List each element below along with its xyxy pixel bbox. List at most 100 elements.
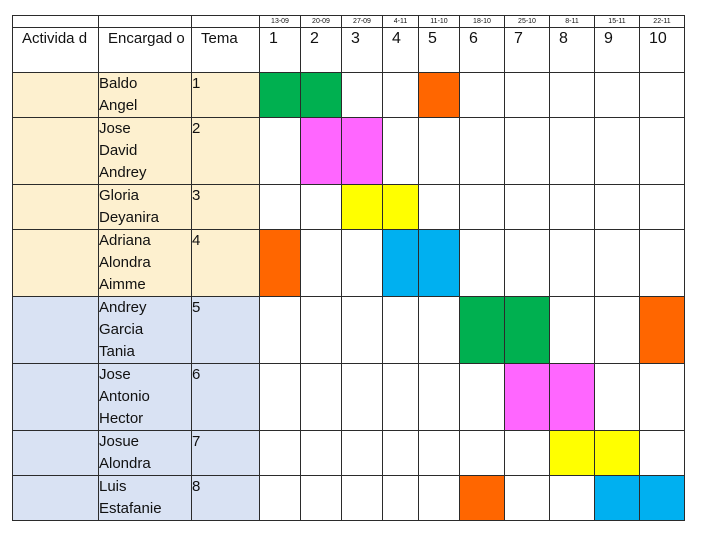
header-row: Activida d Encargad o Tema 1 2 3 4 5 6 7… (12, 27, 685, 73)
topic-cell: 7 (191, 430, 260, 476)
schedule-cell (382, 117, 419, 185)
manager-name: Antonio (99, 388, 150, 405)
week-header: 1 (259, 27, 301, 73)
manager-name: Aimme (99, 276, 146, 293)
table-row: Luis Estafanie 8 (12, 475, 685, 521)
schedule-cell-green (259, 72, 301, 118)
week-header: 10 (639, 27, 685, 73)
schedule-cell (341, 72, 383, 118)
schedule-cell (382, 430, 419, 476)
schedule-cell (382, 363, 419, 431)
schedule-cell-blue (594, 475, 640, 521)
manager-name: Alondra (99, 455, 151, 472)
manager-cell: Luis Estafanie (98, 475, 192, 521)
date-cell (98, 15, 192, 28)
manager-cell: Baldo Angel (98, 72, 192, 118)
schedule-cell (459, 72, 505, 118)
week-header: 5 (418, 27, 460, 73)
schedule-cell (594, 363, 640, 431)
schedule-cell (639, 184, 685, 230)
schedule-cell-pink (300, 117, 342, 185)
schedule-cell-blue (418, 229, 460, 297)
manager-cell: Jose Antonio Hector (98, 363, 192, 431)
schedule-cell (639, 430, 685, 476)
schedule-cell (504, 430, 550, 476)
date-cell: 25-10 (504, 15, 550, 28)
week-header: 8 (549, 27, 595, 73)
date-cell: 18-10 (459, 15, 505, 28)
schedule-cell (504, 184, 550, 230)
schedule-cell (504, 117, 550, 185)
schedule-cell (594, 117, 640, 185)
week-header: 9 (594, 27, 640, 73)
date-cell: 8-11 (549, 15, 595, 28)
schedule-cell (639, 229, 685, 297)
date-cell: 20-09 (300, 15, 342, 28)
schedule-cell (459, 363, 505, 431)
schedule-cell (259, 184, 301, 230)
manager-name: Andrey (99, 164, 147, 181)
table-row: Jose Antonio Hector 6 (12, 363, 685, 431)
schedule-cell (418, 430, 460, 476)
schedule-cell (639, 363, 685, 431)
manager-name: Deyanira (99, 209, 160, 226)
schedule-cell-yellow (341, 184, 383, 230)
table-row: Jose David Andrey 2 (12, 117, 685, 185)
schedule-cell-blue (639, 475, 685, 521)
schedule-cell (639, 117, 685, 185)
schedule-cell (594, 72, 640, 118)
schedule-cell (259, 117, 301, 185)
schedule-cell (549, 296, 595, 364)
week-header: 2 (300, 27, 342, 73)
schedule-cell (594, 229, 640, 297)
week-header: 4 (382, 27, 419, 73)
schedule-cell (549, 475, 595, 521)
schedule-cell (459, 430, 505, 476)
activity-cell (12, 363, 99, 431)
schedule-cell-green (504, 296, 550, 364)
table-row: Adriana Alondra Aimme 4 (12, 229, 685, 297)
manager-name: Garcia (99, 321, 144, 338)
schedule-cell (341, 229, 383, 297)
schedule-cell (459, 229, 505, 297)
topic-cell: 4 (191, 229, 260, 297)
date-row: 13-09 20-09 27-09 4-11 11-10 18-10 25-10… (12, 15, 685, 28)
schedule-cell-orange (459, 475, 505, 521)
schedule-cell (259, 363, 301, 431)
schedule-cell (459, 117, 505, 185)
manager-name: Baldo (99, 75, 138, 92)
week-header: 3 (341, 27, 383, 73)
activity-cell (12, 117, 99, 185)
schedule-cell-green (459, 296, 505, 364)
date-cell: 22-11 (639, 15, 685, 28)
schedule-cell-orange (418, 72, 460, 118)
schedule-cell (300, 363, 342, 431)
schedule-cell (259, 296, 301, 364)
schedule-cell-pink (341, 117, 383, 185)
topic-cell: 1 (191, 72, 260, 118)
schedule-cell-orange (259, 229, 301, 297)
schedule-cell (418, 117, 460, 185)
schedule-cell (300, 430, 342, 476)
schedule-cell-pink (504, 363, 550, 431)
table-row: Baldo Angel 1 (12, 72, 685, 118)
schedule-cell-yellow (594, 430, 640, 476)
schedule-cell (594, 184, 640, 230)
schedule-cell (300, 475, 342, 521)
schedule-cell-green (300, 72, 342, 118)
table-row: Andrey Garcia Tania 5 (12, 296, 685, 364)
schedule-cell (504, 72, 550, 118)
manager-name: Jose (99, 366, 131, 383)
manager-cell: Jose David Andrey (98, 117, 192, 185)
manager-name: David (99, 142, 138, 159)
schedule-cell (418, 475, 460, 521)
activity-cell (12, 184, 99, 230)
table-row: Josue Alondra 7 (12, 430, 685, 476)
manager-name: Luis (99, 478, 127, 495)
topic-cell: 8 (191, 475, 260, 521)
activity-cell (12, 72, 99, 118)
date-cell: 15-11 (594, 15, 640, 28)
schedule-cell (382, 72, 419, 118)
schedule-cell-orange (639, 296, 685, 364)
schedule-cell-yellow (382, 184, 419, 230)
